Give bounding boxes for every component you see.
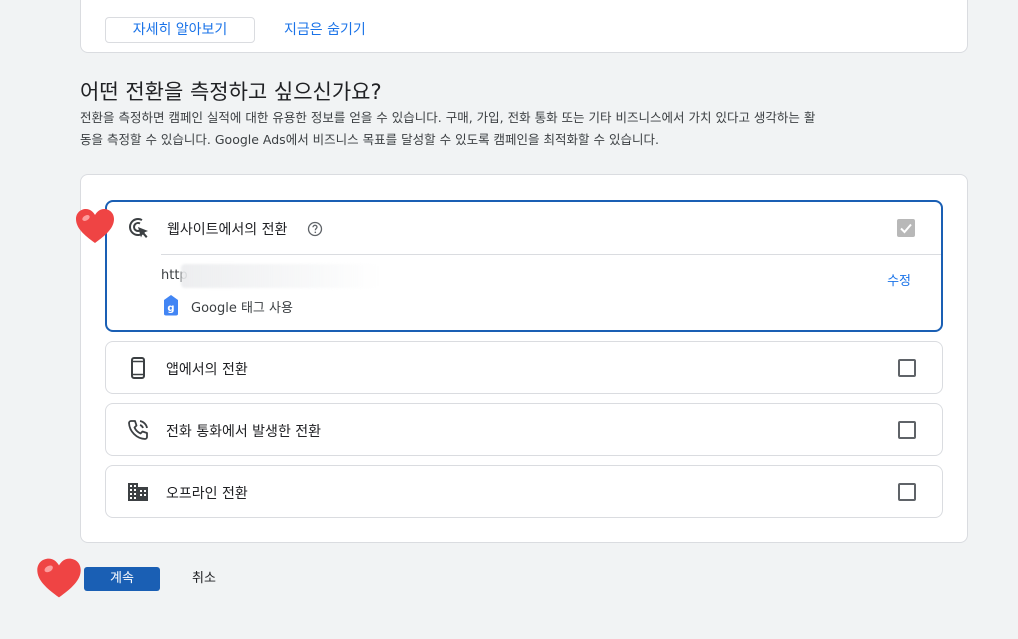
info-card: 자세히 알아보기 지금은 숨기기 xyxy=(80,0,968,53)
learn-more-button[interactable]: 자세히 알아보기 xyxy=(105,17,255,43)
description-line-2: 동을 측정할 수 있습니다. Google Ads에서 비즈니스 목표를 달성할… xyxy=(80,132,659,147)
page-title: 어떤 전환을 측정하고 싶으신가요? xyxy=(80,80,382,104)
google-tag-icon: g xyxy=(164,295,178,316)
continue-button[interactable]: 계속 xyxy=(84,567,160,591)
option-label: 오프라인 전환 xyxy=(166,486,248,502)
check-icon xyxy=(900,223,912,234)
conversion-options-card: 웹사이트에서의 전환 http 수정 g Google 태그 사용 앱에서의 전… xyxy=(80,174,968,543)
url-redacted xyxy=(181,264,381,288)
heart-annotation-icon xyxy=(76,209,114,243)
building-icon xyxy=(128,483,148,501)
cancel-button[interactable]: 취소 xyxy=(192,567,216,591)
heart-annotation-icon xyxy=(37,558,81,598)
svg-text:g: g xyxy=(167,303,174,314)
phone-call-icon xyxy=(128,420,148,440)
help-icon[interactable] xyxy=(307,221,323,237)
checkbox-app[interactable] xyxy=(898,359,916,377)
option-app-conversion[interactable]: 앱에서의 전환 xyxy=(105,341,943,394)
section-description: 전환을 측정하면 캠페인 실적에 대한 유용한 정보를 얻을 수 있습니다. 구… xyxy=(80,107,980,151)
description-line-1: 전환을 측정하면 캠페인 실적에 대한 유용한 정보를 얻을 수 있습니다. 구… xyxy=(80,110,816,125)
option-label: 웹사이트에서의 전환 xyxy=(167,222,288,238)
google-tag-label: Google 태그 사용 xyxy=(191,301,293,316)
option-label: 앱에서의 전환 xyxy=(166,362,248,378)
checkbox-offline[interactable] xyxy=(898,483,916,501)
hide-now-link[interactable]: 지금은 숨기기 xyxy=(284,17,366,43)
option-phone-call-conversion[interactable]: 전화 통화에서 발생한 전환 xyxy=(105,403,943,456)
checkbox-phone-call[interactable] xyxy=(898,421,916,439)
option-offline-conversion[interactable]: 오프라인 전환 xyxy=(105,465,943,518)
edit-link[interactable]: 수정 xyxy=(887,270,911,289)
option-website-conversion[interactable]: 웹사이트에서의 전환 http 수정 g Google 태그 사용 xyxy=(105,200,943,332)
option-label: 전화 통화에서 발생한 전환 xyxy=(166,424,322,440)
checkbox-website[interactable] xyxy=(897,219,915,237)
cursor-click-icon xyxy=(129,218,148,238)
divider xyxy=(161,254,941,255)
smartphone-icon xyxy=(131,357,145,379)
